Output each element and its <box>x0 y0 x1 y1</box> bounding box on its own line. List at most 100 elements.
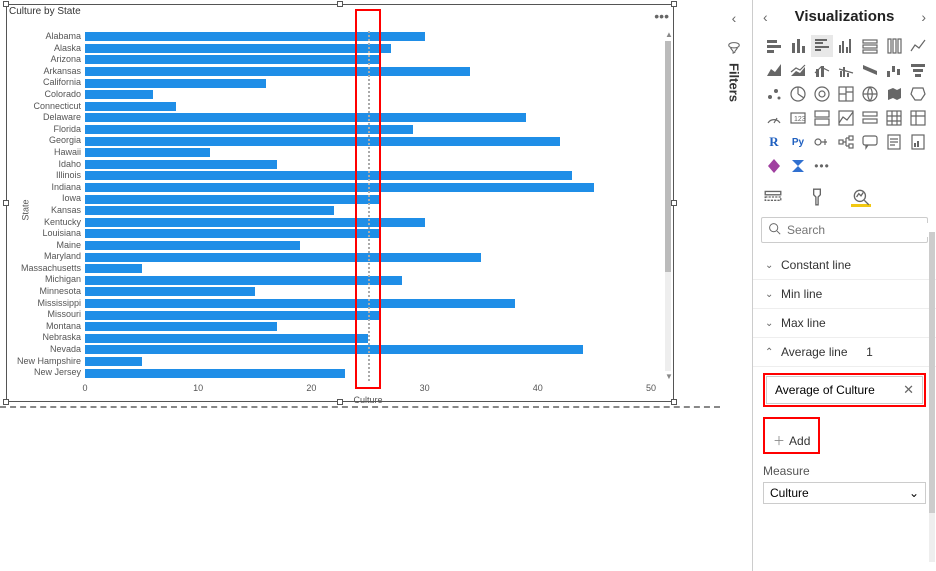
clustered-column-icon[interactable] <box>835 35 857 57</box>
bar-fill <box>85 90 153 99</box>
hundred-stacked-bar-icon[interactable] <box>859 35 881 57</box>
x-axis-title: Culture <box>353 395 382 405</box>
power-automate-icon[interactable] <box>787 155 809 177</box>
chart-scrollbar[interactable]: ▲ ▼ <box>665 31 671 381</box>
resize-handle-e[interactable] <box>671 200 677 206</box>
stacked-bar-icon[interactable] <box>763 35 785 57</box>
average-line-section[interactable]: ⌃Average line 1 <box>753 338 936 367</box>
max-line-section[interactable]: ⌄Max line <box>753 309 936 338</box>
scroll-track[interactable] <box>665 41 671 371</box>
qa-visual-icon[interactable] <box>859 131 881 153</box>
canvas-divider <box>0 406 720 408</box>
waterfall-icon[interactable] <box>883 59 905 81</box>
stacked-column-icon[interactable] <box>787 35 809 57</box>
bar-fill <box>85 79 266 88</box>
svg-text:123: 123 <box>794 116 806 123</box>
area-chart-icon[interactable] <box>763 59 785 81</box>
gauge-icon[interactable] <box>763 107 785 129</box>
search-icon <box>768 222 781 238</box>
treemap-icon[interactable] <box>835 83 857 105</box>
filters-label: Filters <box>727 63 742 102</box>
ribbon-chart-icon[interactable] <box>859 59 881 81</box>
scroll-down-icon[interactable]: ▼ <box>665 373 671 381</box>
bar-label: Georgia <box>9 135 81 147</box>
bar-label: Michigan <box>9 274 81 286</box>
key-influencers-icon[interactable] <box>811 131 833 153</box>
line-clustered-column-icon[interactable] <box>835 59 857 81</box>
hundred-stacked-column-icon[interactable] <box>883 35 905 57</box>
resize-handle-n[interactable] <box>337 1 343 7</box>
pane-scroll-thumb[interactable] <box>929 232 935 513</box>
bar-label: Florida <box>9 124 81 136</box>
donut-icon[interactable] <box>811 83 833 105</box>
format-tab[interactable] <box>807 187 827 207</box>
scroll-thumb[interactable] <box>665 41 671 272</box>
bar-fill <box>85 171 572 180</box>
stacked-area-icon[interactable] <box>787 59 809 81</box>
bar-fill <box>85 322 277 331</box>
pie-icon[interactable] <box>787 83 809 105</box>
paginated-report-icon[interactable] <box>907 131 929 153</box>
resize-handle-ne[interactable] <box>671 1 677 7</box>
bar-label: Indiana <box>9 182 81 194</box>
card-icon[interactable]: 123 <box>787 107 809 129</box>
average-measure-card[interactable]: Average of Culture ✕ <box>766 376 923 404</box>
expand-filters-icon[interactable]: ‹ <box>722 10 746 26</box>
average-line-highlight <box>355 9 381 389</box>
analytics-tab[interactable] <box>851 187 871 207</box>
r-visual-icon[interactable]: R <box>763 131 785 153</box>
filters-pane-collapsed[interactable]: ‹ Filters <box>722 10 746 102</box>
expand-viz-icon[interactable]: › <box>921 9 926 25</box>
bar-fill <box>85 229 379 238</box>
section-count: 1 <box>866 345 873 359</box>
bar-fill <box>85 160 277 169</box>
bar-fill <box>85 113 526 122</box>
line-chart-icon[interactable] <box>907 35 929 57</box>
bar-fill <box>85 55 379 64</box>
measure-dropdown[interactable]: Culture ⌄ <box>763 482 926 504</box>
collapse-viz-icon[interactable]: ‹ <box>763 9 768 25</box>
multi-row-card-icon[interactable] <box>811 107 833 129</box>
decomposition-tree-icon[interactable] <box>835 131 857 153</box>
remove-measure-icon[interactable]: ✕ <box>903 382 914 398</box>
slicer-icon[interactable] <box>859 107 881 129</box>
funnel-icon[interactable] <box>907 59 929 81</box>
clustered-bar-icon[interactable] <box>811 35 833 57</box>
search-input[interactable] <box>787 223 936 237</box>
bar-label: Mississippi <box>9 298 81 310</box>
bar-fill <box>85 195 379 204</box>
bar-fill <box>85 357 142 366</box>
add-line-button[interactable]: ＋ Add <box>765 429 818 452</box>
bar-fill <box>85 299 515 308</box>
scroll-up-icon[interactable]: ▲ <box>665 31 671 39</box>
bar-label: Iowa <box>9 193 81 205</box>
filters-funnel-icon[interactable] <box>722 40 746 57</box>
bar-label: Maine <box>9 240 81 252</box>
table-icon[interactable] <box>883 107 905 129</box>
filled-map-icon[interactable] <box>883 83 905 105</box>
matrix-icon[interactable] <box>907 107 929 129</box>
python-visual-icon[interactable]: Py <box>787 131 809 153</box>
bar-label: Nebraska <box>9 332 81 344</box>
more-visuals-icon[interactable]: ••• <box>811 155 833 177</box>
resize-handle-se[interactable] <box>671 399 677 405</box>
bar-label: Illinois <box>9 170 81 182</box>
x-tick: 50 <box>646 383 656 393</box>
bar-label: Connecticut <box>9 101 81 113</box>
chart-visual[interactable]: Culture by State ••• State AlabamaAlaska… <box>6 4 674 402</box>
narrative-icon[interactable] <box>883 131 905 153</box>
more-options-icon[interactable]: ••• <box>654 9 669 23</box>
constant-line-section[interactable]: ⌄Constant line <box>753 251 936 280</box>
bar-label: Alaska <box>9 43 81 55</box>
pane-scrollbar[interactable] <box>929 232 935 562</box>
search-field[interactable] <box>761 217 928 243</box>
fields-tab[interactable] <box>763 187 783 207</box>
resize-handle-sw[interactable] <box>3 399 9 405</box>
shape-map-icon[interactable] <box>907 83 929 105</box>
line-stacked-column-icon[interactable] <box>811 59 833 81</box>
map-icon[interactable] <box>859 83 881 105</box>
kpi-icon[interactable] <box>835 107 857 129</box>
power-apps-icon[interactable] <box>763 155 785 177</box>
min-line-section[interactable]: ⌄Min line <box>753 280 936 309</box>
scatter-icon[interactable] <box>763 83 785 105</box>
